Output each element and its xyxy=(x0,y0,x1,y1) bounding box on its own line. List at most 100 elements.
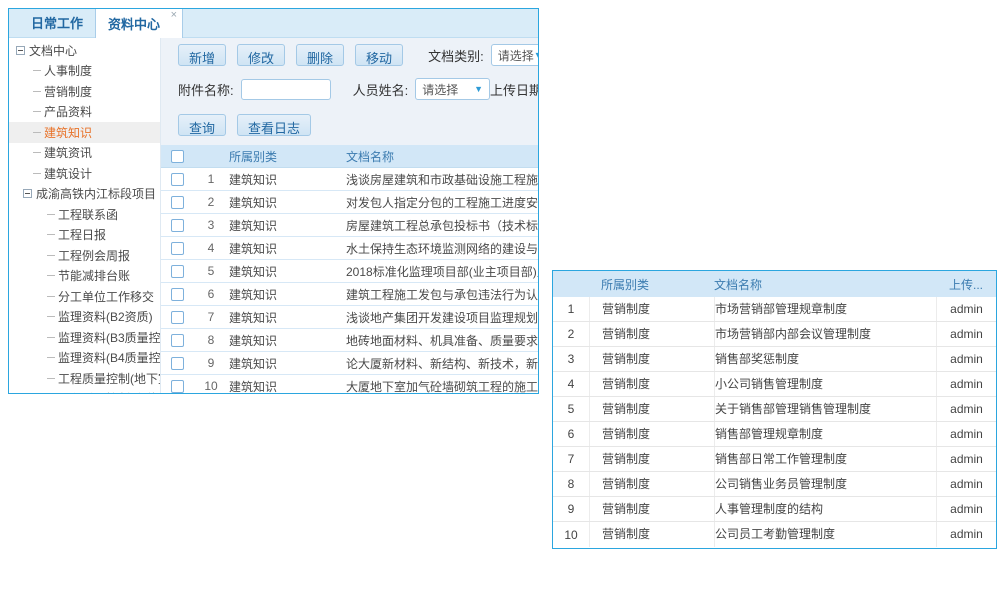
table-row[interactable]: 3 建筑知识 房屋建筑工程总承包投标书（技术标）... xyxy=(161,214,538,237)
tree-node[interactable]: 节能减排台账 xyxy=(9,266,160,287)
row-doc-name: 地砖地面材料、机具准备、质量要求及... xyxy=(346,332,538,349)
table-row[interactable]: 7 营销制度 销售部日常工作管理制度 admin xyxy=(553,447,996,472)
tree-node-project[interactable]: 成渝高铁内江标段项目 xyxy=(9,184,160,205)
collapse-icon[interactable] xyxy=(23,189,32,198)
upload-date-label: 上传日期 xyxy=(490,80,538,99)
tab-data-center[interactable]: 资料中心 × xyxy=(95,8,183,38)
tree-node-label: 监理资料(B2资质) xyxy=(58,308,153,325)
edit-button[interactable]: 修改 xyxy=(237,44,285,66)
table-row[interactable]: 2 营销制度 市场营销部内部会议管理制度 admin xyxy=(553,322,996,347)
row-checkbox[interactable] xyxy=(171,334,184,347)
row-checkbox[interactable] xyxy=(171,219,184,232)
row-category: 营销制度 xyxy=(589,497,714,521)
row-doc-name: 公司销售业务员管理制度 xyxy=(714,472,936,496)
row-checkbox[interactable] xyxy=(171,288,184,301)
row-checkbox[interactable] xyxy=(171,311,184,324)
tree-node[interactable]: 工程日报 xyxy=(9,225,160,246)
tree-node-label: 建筑资讯 xyxy=(44,144,92,161)
row-index: 5 xyxy=(193,264,229,278)
row-category: 营销制度 xyxy=(589,372,714,396)
row-index: 7 xyxy=(553,452,589,466)
tree-node-root[interactable]: 文档中心 xyxy=(9,40,160,61)
tree-connector xyxy=(33,70,41,71)
tree-node[interactable]: 分工单位工作移交 xyxy=(9,286,160,307)
tree-node[interactable]: 工程例会周报 xyxy=(9,245,160,266)
row-category: 营销制度 xyxy=(589,447,714,471)
tree-node-label: 营销制度 xyxy=(44,83,92,100)
row-checkbox[interactable] xyxy=(171,265,184,278)
close-icon[interactable]: × xyxy=(171,9,177,21)
row-checkbox[interactable] xyxy=(171,380,184,393)
table-row[interactable]: 1 建筑知识 浅谈房屋建筑和市政基础设施工程施工... xyxy=(161,168,538,191)
table-row[interactable]: 6 营销制度 销售部管理规章制度 admin xyxy=(553,422,996,447)
row-checkbox[interactable] xyxy=(171,173,184,186)
tree-node[interactable]: 建筑设计 xyxy=(9,163,160,184)
table-row[interactable]: 3 营销制度 销售部奖惩制度 admin xyxy=(553,347,996,372)
tree-node[interactable]: 产品资料 xyxy=(9,102,160,123)
row-category: 营销制度 xyxy=(589,522,714,547)
row-uploader: admin xyxy=(936,322,996,346)
row-index: 6 xyxy=(193,287,229,301)
table-row[interactable]: 2 建筑知识 对发包人指定分包的工程施工进度安排... xyxy=(161,191,538,214)
tree-node[interactable]: 监理资料(B3质量控制) xyxy=(9,327,160,348)
tree-node[interactable]: 工程联系函 xyxy=(9,204,160,225)
person-name-select[interactable]: 请选择 ▼ xyxy=(415,78,490,100)
row-doc-name: 浅谈房屋建筑和市政基础设施工程施工... xyxy=(346,171,538,188)
row-index: 9 xyxy=(553,502,589,516)
tree-node[interactable]: 工程质量控制(地下室) xyxy=(9,368,160,389)
tree-connector xyxy=(47,337,55,338)
move-button[interactable]: 移动 xyxy=(355,44,403,66)
row-doc-name: 市场营销部管理规章制度 xyxy=(714,297,936,321)
doc-category-label: 文档类别: xyxy=(428,46,484,65)
doc-category-select[interactable]: 请选择 ▼ xyxy=(491,44,538,66)
tree-node-selected[interactable]: 建筑知识 xyxy=(9,122,160,143)
row-checkbox[interactable] xyxy=(171,196,184,209)
tree-node-label: 建筑知识 xyxy=(44,124,92,141)
tree-node[interactable]: 工程质量控制(主体) xyxy=(9,389,160,395)
table-row[interactable]: 4 建筑知识 水土保持生态环境监测网络的建设与资... xyxy=(161,237,538,260)
tree-connector xyxy=(33,111,41,112)
row-category: 建筑知识 xyxy=(229,332,346,349)
tree-node[interactable]: 建筑资讯 xyxy=(9,143,160,164)
row-uploader: admin xyxy=(936,472,996,496)
table-row[interactable]: 8 建筑知识 地砖地面材料、机具准备、质量要求及... xyxy=(161,329,538,352)
view-log-button[interactable]: 查看日志 xyxy=(237,114,311,136)
table-row[interactable]: 7 建筑知识 浅谈地产集团开发建设项目监理规划编... xyxy=(161,306,538,329)
tree-node-label: 成渝高铁内江标段项目 xyxy=(36,185,156,202)
row-checkbox[interactable] xyxy=(171,357,184,370)
tree-node[interactable]: 监理资料(B2资质) xyxy=(9,307,160,328)
query-button[interactable]: 查询 xyxy=(178,114,226,136)
row-category: 建筑知识 xyxy=(229,309,346,326)
table-row[interactable]: 1 营销制度 市场营销部管理规章制度 admin xyxy=(553,297,996,322)
attachment-name-input[interactable] xyxy=(241,79,331,100)
table-row[interactable]: 10 营销制度 公司员工考勤管理制度 admin xyxy=(553,522,996,547)
row-doc-name: 浅谈地产集团开发建设项目监理规划编... xyxy=(346,309,538,326)
tree-node[interactable]: 营销制度 xyxy=(9,81,160,102)
row-category: 营销制度 xyxy=(589,347,714,371)
row-doc-name: 对发包人指定分包的工程施工进度安排... xyxy=(346,194,538,211)
tree-node[interactable]: 监理资料(B4质量控制) xyxy=(9,348,160,369)
row-checkbox[interactable] xyxy=(171,242,184,255)
table-row[interactable]: 10 建筑知识 大厦地下室加气砼墙砌筑工程的施工方... xyxy=(161,375,538,394)
tab-daily-work[interactable]: 日常工作 xyxy=(19,8,95,37)
row-index: 3 xyxy=(553,352,589,366)
select-all-checkbox[interactable] xyxy=(171,150,184,163)
tree-node[interactable]: 人事制度 xyxy=(9,61,160,82)
table-row[interactable]: 9 营销制度 人事管理制度的结构 admin xyxy=(553,497,996,522)
add-button[interactable]: 新增 xyxy=(178,44,226,66)
row-doc-name: 关于销售部管理销售管理制度 xyxy=(714,397,936,421)
tree-node-label: 产品资料 xyxy=(44,103,92,120)
table-row[interactable]: 9 建筑知识 论大厦新材料、新结构、新技术，新工... xyxy=(161,352,538,375)
table-row[interactable]: 8 营销制度 公司销售业务员管理制度 admin xyxy=(553,472,996,497)
table-row[interactable]: 4 营销制度 小公司销售管理制度 admin xyxy=(553,372,996,397)
delete-button[interactable]: 删除 xyxy=(296,44,344,66)
row-doc-name: 市场营销部内部会议管理制度 xyxy=(714,322,936,346)
table-row[interactable]: 6 建筑知识 建筑工程施工发包与承包违法行为认定... xyxy=(161,283,538,306)
tree-node-label: 建筑设计 xyxy=(44,165,92,182)
tree-connector xyxy=(47,234,55,235)
row-doc-name: 房屋建筑工程总承包投标书（技术标）... xyxy=(346,217,538,234)
row-uploader: admin xyxy=(936,372,996,396)
table-row[interactable]: 5 营销制度 关于销售部管理销售管理制度 admin xyxy=(553,397,996,422)
table-row[interactable]: 5 建筑知识 2018标准化监理项目部(业主项目部)人员... xyxy=(161,260,538,283)
collapse-icon[interactable] xyxy=(16,46,25,55)
